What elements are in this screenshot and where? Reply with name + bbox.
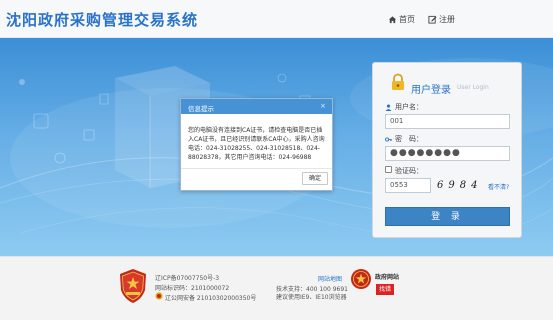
login-subtitle: User Login — [457, 84, 489, 91]
site-id: 网站标识码：2101000072 — [155, 285, 230, 292]
password-label-text: 密 码： — [395, 135, 423, 143]
password-input[interactable]: ●●●●●●●● — [385, 146, 510, 161]
footer: 辽ICP备07007750号-3 网站标识码：2101000072 辽公网安备 … — [0, 256, 553, 320]
sitemap-link[interactable]: 网站地图 — [318, 274, 342, 283]
user-icon — [385, 104, 392, 111]
password-label: 密 码： — [385, 134, 423, 144]
dialog-message: 您的电脑没有连接到CA证书，请检查电脑是否已插入CA证书，且已经识别请联系CA中… — [188, 127, 325, 161]
icp-record: 辽ICP备07007750号-3 — [155, 275, 220, 282]
browser-recommendation: 建议使用IE9、IE10浏览器 — [276, 294, 347, 301]
edit-icon — [428, 15, 437, 24]
police-record[interactable]: 辽公网安备 21010302000350号 — [165, 293, 256, 302]
dialog-header: 信息提示 × — [181, 99, 332, 114]
username-label-text: 用户名： — [395, 103, 423, 111]
dialog-divider — [181, 168, 332, 169]
top-header: 沈阳政府采购管理交易系统 首页 注册 — [0, 0, 553, 38]
dialog-title: 信息提示 — [188, 105, 214, 113]
username-label: 用户名： — [385, 102, 423, 112]
nav-home[interactable]: 首页 — [388, 14, 415, 25]
login-button[interactable]: 登 录 — [385, 207, 510, 226]
login-title: 用户登录 — [411, 85, 451, 96]
police-record-icon — [155, 292, 163, 300]
home-icon — [388, 15, 397, 24]
gov-site-error-report[interactable]: 找错 — [376, 284, 394, 295]
police-emblem-icon — [120, 269, 146, 303]
username-input[interactable]: 001 — [385, 114, 510, 129]
key-icon — [385, 136, 392, 143]
site-title: 沈阳政府采购管理交易系统 — [6, 11, 199, 29]
nav-register[interactable]: 注册 — [428, 14, 455, 25]
dialog-ok-button[interactable]: 确定 — [302, 172, 328, 185]
nav-register-label: 注册 — [439, 15, 455, 24]
captcha-refresh-link[interactable]: 看不清? — [488, 182, 509, 191]
nav-home-label: 首页 — [399, 15, 415, 24]
lock-icon — [392, 73, 404, 90]
captcha-label: 验证码： — [395, 167, 423, 175]
close-icon[interactable]: × — [320, 102, 326, 110]
gov-site-label[interactable]: 政府网站 — [375, 272, 399, 281]
captcha-checkbox[interactable] — [385, 166, 392, 173]
captcha-input[interactable]: 0553 — [385, 178, 431, 193]
login-panel: 用户登录 User Login 用户名： 001 密 码： ●●●●●●●● 验… — [372, 62, 522, 238]
captcha-image[interactable]: 6984 — [437, 178, 481, 193]
